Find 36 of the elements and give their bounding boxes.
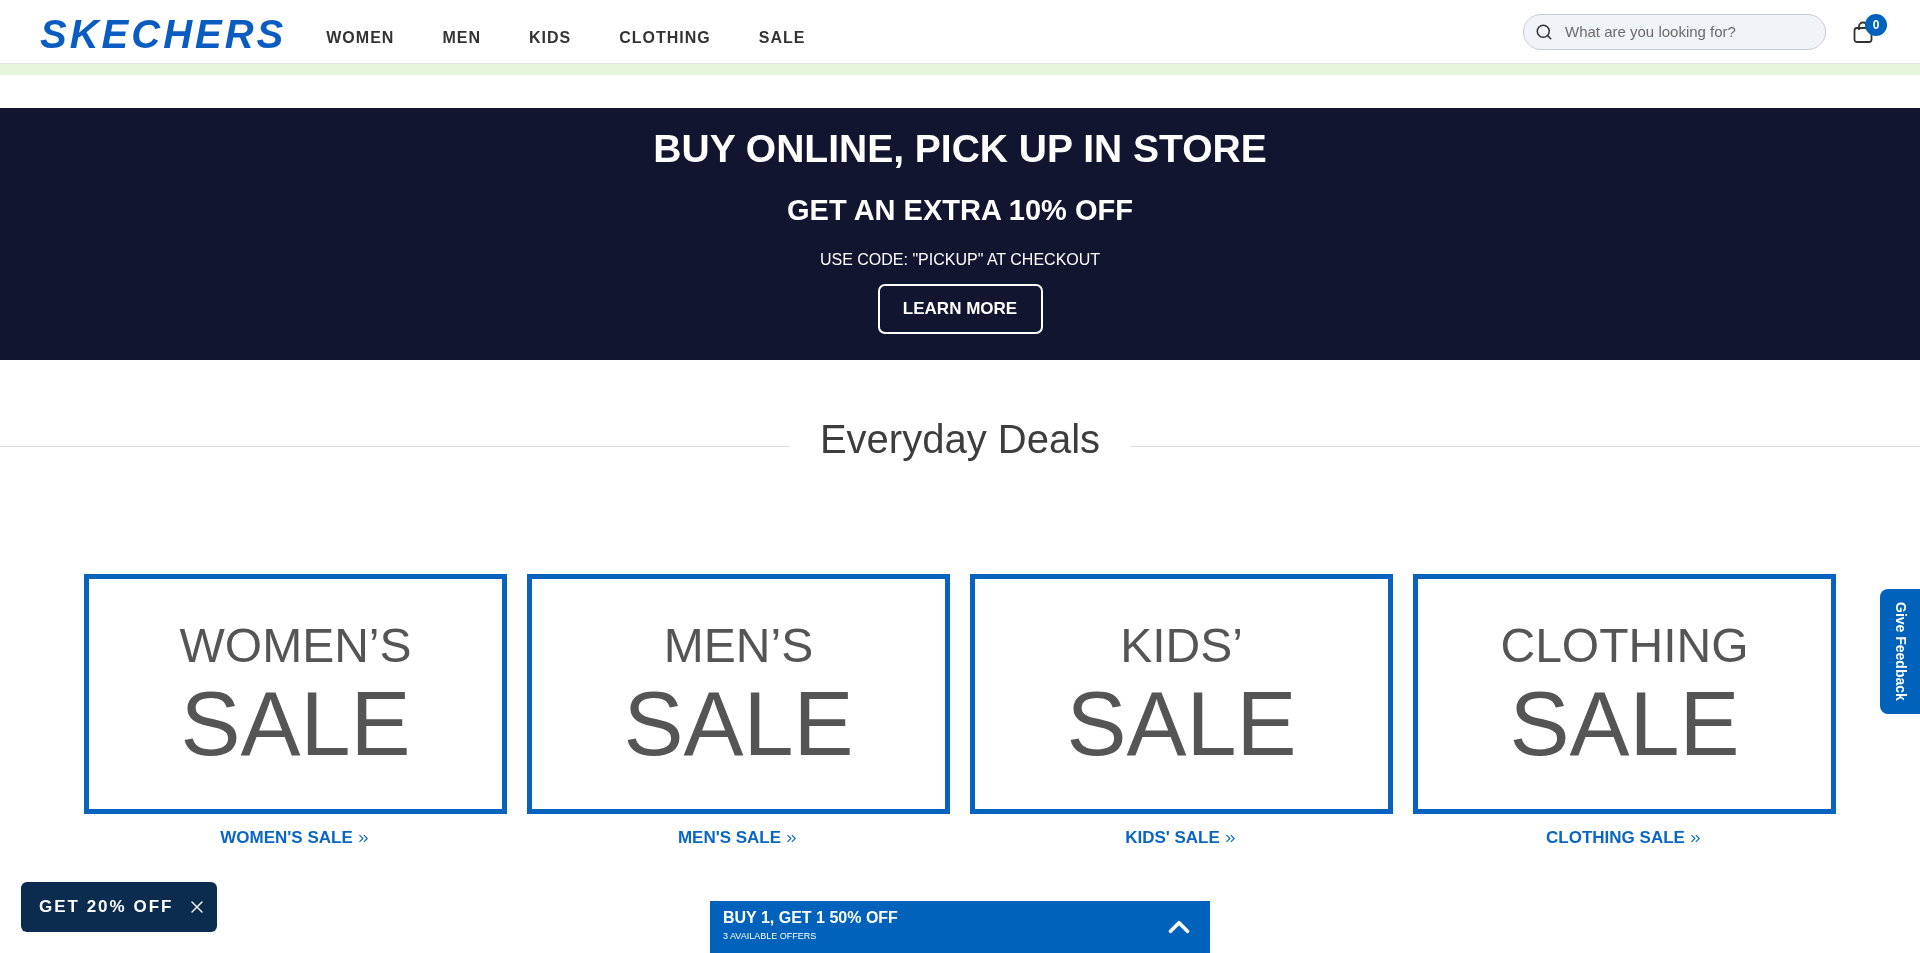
sale-link[interactable]: CLOTHING SALE [1546,827,1703,849]
tile-sale-text: SALE [1066,683,1297,764]
sale-tile[interactable]: KIDS’ SALE [970,574,1393,814]
sale-link[interactable]: MEN'S SALE [677,827,800,849]
banner-title: BUY ONLINE, PICK UP IN STORE [653,127,1267,171]
cart-count-badge: 0 [1865,14,1887,36]
promo-code-text: USE CODE: "PICKUP" AT CHECKOUT [819,250,1101,270]
brand-logo[interactable]: SKECHERS [40,13,287,54]
nav-link[interactable]: SALE [758,27,806,48]
section-title: Everyday Deals [818,416,1102,463]
nav-link[interactable]: CLOTHING [619,27,711,48]
tile-heading: KIDS’ [1120,620,1243,671]
sale-link[interactable]: KIDS' SALE [1125,827,1238,849]
offers-bar[interactable]: BUY 1, GET 1 50% OFF 3 AVAILABLE OFFERS [710,901,1210,953]
tile-sale-text: SALE [1509,683,1740,764]
nav-link[interactable]: MEN [442,27,481,48]
search-icon [1535,22,1553,41]
nav-link[interactable]: KIDS [528,27,572,48]
discount-label[interactable]: GET 20% OFF [39,894,174,920]
sale-tile[interactable]: WOMEN’S SALE [84,574,507,814]
offers-count: 3 AVAILABLE OFFERS [723,930,818,942]
tile-sale-text: SALE [623,683,854,764]
tile-heading: MEN’S [663,620,814,671]
tile-heading: CLOTHING [1500,620,1749,671]
nav-link[interactable]: WOMEN [326,27,395,48]
search-field[interactable]: What are you looking for? [1523,13,1826,50]
tile-sale-text: SALE [180,683,411,764]
sale-tile[interactable]: MEN’S SALE [527,574,950,814]
banner-subtitle: GET AN EXTRA 10% OFF [787,193,1133,227]
sale-tile[interactable]: CLOTHING SALE [1413,574,1836,814]
learn-more-button[interactable]: LEARN MORE [877,284,1043,334]
tile-heading: WOMEN’S [179,620,412,671]
shopping-bag-icon[interactable] [1853,21,1873,43]
feedback-tab[interactable]: Give Feedback [1880,589,1920,714]
offers-title: BUY 1, GET 1 50% OFF [723,908,898,928]
sale-link[interactable]: WOMEN'S SALE [220,827,371,849]
